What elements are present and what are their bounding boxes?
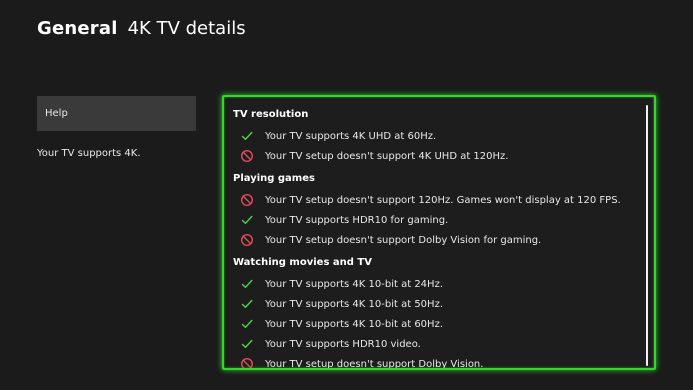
not-supported-icon xyxy=(240,357,254,368)
details-item: Your TV supports 4K 10-bit at 60Hz. xyxy=(233,314,634,334)
page-header: General 4K TV details xyxy=(37,18,246,39)
details-item-text: Your TV setup doesn't support Dolby Visi… xyxy=(265,358,484,370)
details-item-text: Your TV supports 4K 10-bit at 50Hz. xyxy=(265,298,443,310)
tv-details-screen: General 4K TV details Help Your TV suppo… xyxy=(0,0,693,390)
section-title: General xyxy=(37,18,118,39)
details-item-text: Your TV supports 4K 10-bit at 24Hz. xyxy=(265,278,443,290)
group-title: TV resolution xyxy=(233,109,309,120)
check-icon xyxy=(240,277,254,291)
not-supported-icon xyxy=(240,233,254,247)
details-scrollbar[interactable] xyxy=(646,105,648,366)
details-item: Your TV supports HDR10 for gaming. xyxy=(233,210,634,230)
check-icon xyxy=(240,317,254,331)
details-item-text: Your TV supports HDR10 video. xyxy=(265,338,421,350)
check-icon xyxy=(240,337,254,351)
details-item-text: Your TV setup doesn't support 4K UHD at … xyxy=(265,150,509,162)
details-group-watching-movies: Watching movies and TV Your TV supports … xyxy=(233,256,634,370)
details-item: Your TV setup doesn't support 120Hz. Gam… xyxy=(233,190,634,210)
details-item: Your TV setup doesn't support Dolby Visi… xyxy=(233,354,634,370)
details-scrollbar-thumb[interactable] xyxy=(646,105,648,366)
page-title: 4K TV details xyxy=(127,18,246,39)
details-item-text: Your TV supports HDR10 for gaming. xyxy=(265,214,449,226)
not-supported-icon xyxy=(240,149,254,163)
details-item: Your TV supports 4K 10-bit at 50Hz. xyxy=(233,294,634,314)
details-item-text: Your TV setup doesn't support Dolby Visi… xyxy=(265,234,542,246)
details-item: Your TV supports 4K UHD at 60Hz. xyxy=(233,126,634,146)
tv-details-panel[interactable]: TV resolution Your TV supports 4K UHD at… xyxy=(222,95,656,370)
tv-summary: Your TV supports 4K. xyxy=(37,148,141,159)
details-group-playing-games: Playing games Your TV setup doesn't supp… xyxy=(233,172,634,250)
details-item: Your TV supports HDR10 video. xyxy=(233,334,634,354)
check-icon xyxy=(240,297,254,311)
details-list: TV resolution Your TV supports 4K UHD at… xyxy=(233,106,634,370)
details-item: Your TV supports 4K 10-bit at 24Hz. xyxy=(233,274,634,294)
not-supported-icon xyxy=(240,193,254,207)
check-icon xyxy=(240,129,254,143)
details-item: Your TV setup doesn't support Dolby Visi… xyxy=(233,230,634,250)
details-item: Your TV setup doesn't support 4K UHD at … xyxy=(233,146,634,166)
details-group-tv-resolution: TV resolution Your TV supports 4K UHD at… xyxy=(233,108,634,166)
help-button-label: Help xyxy=(45,108,68,119)
details-item-text: Your TV supports 4K UHD at 60Hz. xyxy=(265,130,437,142)
check-icon xyxy=(240,213,254,227)
group-title: Watching movies and TV xyxy=(233,257,372,268)
details-item-text: Your TV supports 4K 10-bit at 60Hz. xyxy=(265,318,443,330)
help-button[interactable]: Help xyxy=(37,96,196,131)
group-title: Playing games xyxy=(233,173,315,184)
details-item-text: Your TV setup doesn't support 120Hz. Gam… xyxy=(265,194,621,206)
